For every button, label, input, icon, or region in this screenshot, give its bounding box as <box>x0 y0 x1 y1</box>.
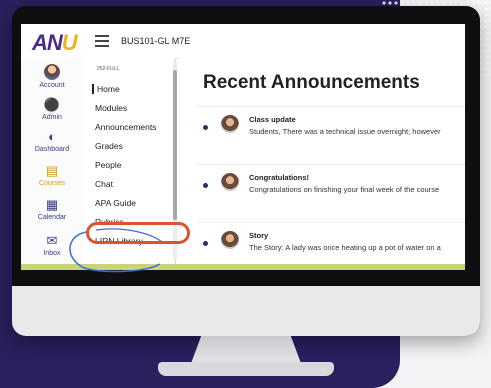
monitor-chin <box>12 286 480 336</box>
course-title: BUS101-GL M7E <box>121 36 191 46</box>
author-avatar <box>221 173 239 191</box>
author-avatar <box>221 115 239 133</box>
announcement-title: Congratulations! <box>249 173 309 182</box>
gauge-icon: ◐ <box>48 129 56 144</box>
global-nav-admin[interactable]: ⚫ Admin <box>21 97 83 122</box>
announcement-snippet: Congratulations on finishing your final … <box>249 185 440 194</box>
monitor-base <box>158 362 334 376</box>
calendar-icon: ▦ <box>45 197 59 212</box>
announcement-item[interactable]: Story The Story: A lady was once heating… <box>197 222 465 267</box>
course-term: 252-FULL <box>97 66 120 72</box>
global-nav-label: Admin <box>42 114 62 121</box>
course-nav-item-chat[interactable]: Chat <box>95 179 113 189</box>
global-nav-calendar[interactable]: ▦ Calendar <box>21 197 83 222</box>
unread-dot <box>203 183 208 188</box>
global-nav-label: Calendar <box>37 214 67 221</box>
global-nav-courses[interactable]: ▤ Courses <box>21 163 83 188</box>
announcement-snippet: Students, There was a technical issue ov… <box>249 127 441 136</box>
unread-dot <box>203 241 208 246</box>
course-nav-item-apa-guide[interactable]: APA Guide <box>95 198 136 208</box>
top-bar: ANU BUS101-GL M7E <box>21 24 465 59</box>
course-nav-item-announcements[interactable]: Announcements <box>95 122 156 132</box>
global-nav-label: Account <box>39 82 65 89</box>
course-nav-item-home[interactable]: Home <box>92 84 120 94</box>
shield-icon: ⚫ <box>43 97 61 112</box>
book-icon: ▤ <box>45 163 59 178</box>
global-nav-account[interactable]: Account <box>21 64 83 89</box>
course-nav-item-grades[interactable]: Grades <box>95 141 123 151</box>
global-nav-dashboard[interactable]: ◐ Dashboard <box>21 129 83 154</box>
author-avatar <box>221 231 239 249</box>
announcement-item[interactable]: Congratulations! Congratulations on fini… <box>197 164 465 209</box>
logo[interactable]: ANU <box>32 30 78 56</box>
avatar <box>44 64 60 80</box>
unread-dot <box>203 125 208 130</box>
logo-text-accent: U <box>61 30 78 55</box>
menu-icon[interactable] <box>95 35 109 47</box>
global-nav-label: Courses <box>38 180 66 187</box>
announcement-title: Class update <box>249 115 296 124</box>
course-nav-item-people[interactable]: People <box>95 160 121 170</box>
highlight-circle <box>86 222 190 244</box>
course-nav-item-modules[interactable]: Modules <box>95 103 127 113</box>
global-nav-label: Dashboard <box>34 146 70 153</box>
announcement-snippet: The Story: A lady was once heating up a … <box>249 243 441 252</box>
logo-text: AN <box>32 30 63 55</box>
announcement-item[interactable]: Class update Students, There was a techn… <box>197 106 465 151</box>
page-title: Recent Announcements <box>203 72 420 93</box>
announcement-title: Story <box>249 231 269 240</box>
main-content: Recent Announcements Class update Studen… <box>179 58 465 270</box>
